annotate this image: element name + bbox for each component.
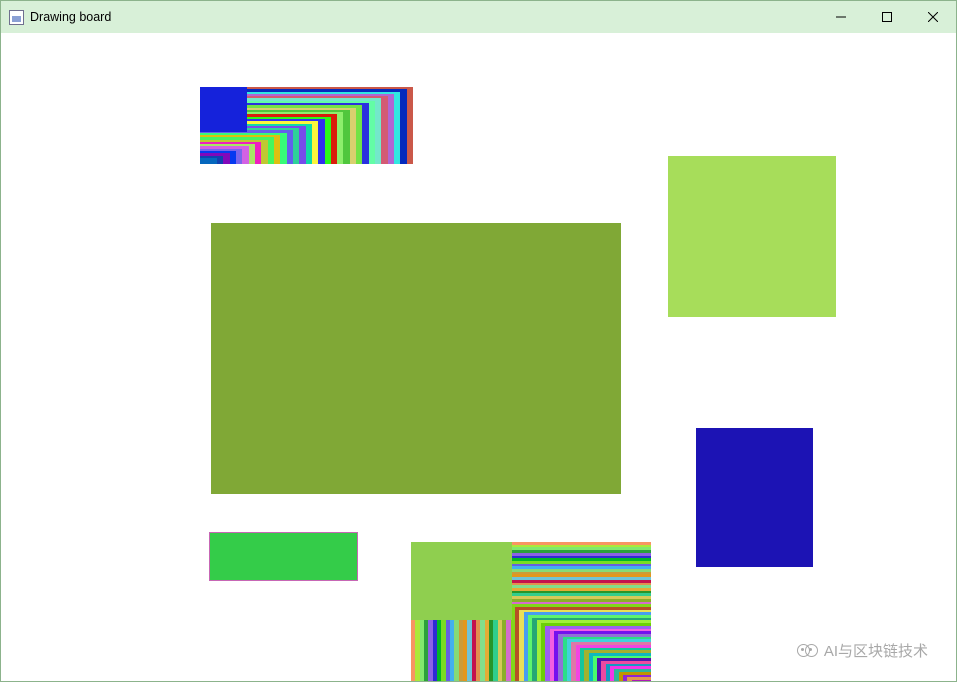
rect-navy	[696, 428, 813, 567]
close-icon	[928, 12, 938, 22]
multicolor-top	[200, 87, 413, 164]
rect-lightgreen	[668, 156, 836, 317]
window-controls	[818, 1, 956, 33]
rect-small-green	[209, 532, 358, 581]
maximize-button[interactable]	[864, 1, 910, 33]
watermark-text: AI与区块链技术	[824, 640, 928, 661]
titlebar[interactable]: Drawing board	[1, 1, 956, 33]
wechat-icon	[796, 639, 818, 661]
watermark: AI与区块链技术	[796, 639, 928, 661]
minimize-button[interactable]	[818, 1, 864, 33]
window-title: Drawing board	[30, 10, 111, 24]
titlebar-left: Drawing board	[9, 10, 111, 25]
app-icon	[9, 10, 24, 25]
rect-large-olive	[211, 223, 621, 494]
close-button[interactable]	[910, 1, 956, 33]
minimize-icon	[836, 12, 846, 22]
drawing-canvas[interactable]: AI与区块链技术	[1, 33, 956, 681]
maximize-icon	[882, 12, 892, 22]
multicolor-bottom	[411, 542, 651, 681]
app-window: Drawing board AI与区块链技术	[0, 0, 957, 682]
